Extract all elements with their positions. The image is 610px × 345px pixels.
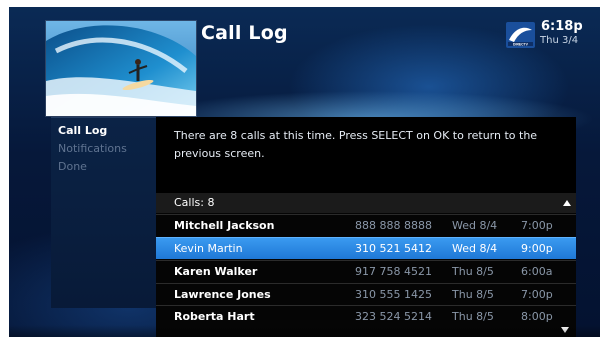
- sidebar-item-call-log[interactable]: Call Log: [58, 124, 107, 137]
- call-time: 7:00p: [521, 288, 553, 301]
- call-list: Calls: 8 Mitchell Jackson 888 888 8888 W…: [156, 193, 576, 337]
- call-day: Thu 8/5: [452, 310, 494, 323]
- clock-time: 6:18p: [541, 19, 583, 34]
- info-message: There are 8 calls at this time. Press SE…: [174, 129, 538, 160]
- call-day: Wed 8/4: [452, 242, 498, 255]
- sidebar-menu: Call Log Notifications Done: [51, 117, 161, 308]
- caller-number: 310 521 5412: [355, 242, 432, 255]
- caller-number: 323 524 5214: [355, 310, 432, 323]
- table-row[interactable]: Lawrence Jones 310 555 1425 Thu 8/5 7:00…: [156, 283, 576, 305]
- directv-logo-icon: DIRECTV: [506, 22, 535, 48]
- bottom-shadow: [9, 325, 600, 337]
- calls-count-label: Calls: 8: [174, 196, 215, 209]
- caller-number: 310 555 1425: [355, 288, 432, 301]
- caller-number: 888 888 8888: [355, 219, 432, 232]
- table-row[interactable]: Roberta Hart 323 524 5214 Thu 8/5 8:00p: [156, 305, 576, 327]
- caller-name: Roberta Hart: [174, 310, 255, 323]
- call-day: Thu 8/5: [452, 265, 494, 278]
- svg-text:DIRECTV: DIRECTV: [513, 42, 529, 46]
- caller-number: 917 758 4521: [355, 265, 432, 278]
- caller-name: Lawrence Jones: [174, 288, 271, 301]
- clock-date: Thu 3/4: [540, 35, 579, 46]
- scroll-up-icon[interactable]: [563, 200, 571, 206]
- call-day: Wed 8/4: [452, 219, 498, 232]
- sidebar-item-notifications[interactable]: Notifications: [58, 142, 127, 155]
- sidebar-item-done[interactable]: Done: [58, 160, 87, 173]
- caller-name: Kevin Martin: [174, 242, 243, 255]
- call-day: Thu 8/5: [452, 288, 494, 301]
- call-time: 6:00a: [521, 265, 553, 278]
- page-title: Call Log: [201, 22, 288, 44]
- surfer-thumbnail-image: [45, 20, 197, 117]
- message-panel: There are 8 calls at this time. Press SE…: [156, 117, 576, 193]
- table-row-selected[interactable]: Kevin Martin 310 521 5412 Wed 8/4 9:00p: [156, 237, 576, 259]
- tv-screen: Call Log DIRECTV 6:18p Thu 3/4 Call Log …: [9, 7, 600, 337]
- caller-name: Mitchell Jackson: [174, 219, 275, 232]
- table-row[interactable]: Mitchell Jackson 888 888 8888 Wed 8/4 7:…: [156, 214, 576, 236]
- caller-name: Karen Walker: [174, 265, 258, 278]
- call-time: 9:00p: [521, 242, 553, 255]
- call-time: 7:00p: [521, 219, 553, 232]
- table-row[interactable]: Karen Walker 917 758 4521 Thu 8/5 6:00a: [156, 260, 576, 282]
- call-time: 8:00p: [521, 310, 553, 323]
- call-list-header: Calls: 8: [156, 193, 576, 213]
